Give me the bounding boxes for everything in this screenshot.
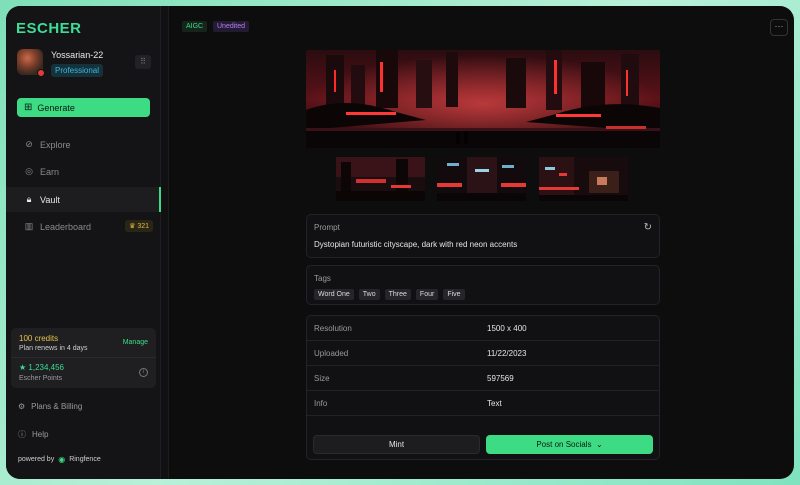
plans-billing-label: Plans & Billing bbox=[31, 402, 83, 411]
sidebar-item-explore[interactable]: ⊘ Explore bbox=[6, 132, 161, 157]
generate-icon: ⊞ bbox=[24, 102, 33, 113]
username: Yossarian-22 bbox=[51, 50, 104, 60]
prompt-text: Dystopian futuristic cityscape, dark wit… bbox=[314, 240, 518, 249]
tag-chip[interactable]: Three bbox=[384, 289, 411, 300]
tag-chip[interactable]: Two bbox=[358, 289, 380, 300]
gear-icon: ⚙︎ bbox=[18, 402, 26, 411]
generate-label: Generate bbox=[37, 102, 75, 113]
powered-by: powered by ◉ Ringfence bbox=[18, 455, 101, 464]
sidebar-item-label: Earn bbox=[40, 166, 60, 177]
tag-aigc: AIGC bbox=[182, 21, 208, 32]
lock-icon: 🔒︎ bbox=[26, 194, 32, 204]
sidebar-item-label: Explore bbox=[40, 139, 71, 150]
crown-icon: ♛ bbox=[129, 223, 136, 230]
ringfence-logo-icon: ◉ bbox=[58, 455, 66, 464]
credits-card: 100 credits Plan renews in 4 days Manage… bbox=[11, 328, 156, 388]
info-icon[interactable]: i bbox=[139, 368, 148, 377]
sidebar-divider bbox=[161, 6, 169, 479]
sidebar-item-earn[interactable]: ◎ Earn bbox=[6, 159, 161, 184]
points-label: Escher Points bbox=[19, 375, 63, 382]
post-on-socials-button[interactable]: Post on Socials ⌄ bbox=[486, 435, 653, 454]
post-label: Post on Socials bbox=[536, 440, 592, 449]
meta-row-uploaded: Uploaded 11/22/2023 bbox=[307, 341, 659, 366]
status-dot bbox=[37, 69, 45, 77]
meta-row-info: Info Text bbox=[307, 391, 659, 416]
brand-logo: ESCHER bbox=[16, 20, 82, 37]
metadata-card: Resolution 1500 x 400 Uploaded 11/22/202… bbox=[306, 315, 660, 460]
tag-unedited: Unedited bbox=[213, 21, 250, 32]
credits-title: 100 credits bbox=[19, 334, 59, 343]
sidebar-item-vault[interactable]: 🔒︎ Vault bbox=[6, 187, 161, 212]
mint-button[interactable]: Mint bbox=[313, 435, 480, 454]
generate-button[interactable]: ⊞ Generate bbox=[17, 98, 150, 117]
tag-chip[interactable]: Five bbox=[443, 289, 465, 300]
leaderboard-badge: ♛ 321 bbox=[125, 220, 153, 232]
meta-key: Info bbox=[314, 399, 328, 408]
thumbnail-3[interactable] bbox=[539, 157, 628, 201]
meta-value: Text bbox=[487, 399, 502, 408]
plan-badge: Professional bbox=[51, 64, 104, 77]
thumbnail-image bbox=[437, 157, 526, 201]
meta-value: 597569 bbox=[487, 374, 514, 383]
help-label: Help bbox=[32, 430, 49, 439]
tags-label: Tags bbox=[314, 274, 331, 283]
powered-brand: Ringfence bbox=[69, 456, 101, 463]
help-icon: ⓘ bbox=[18, 430, 26, 439]
refresh-icon[interactable]: ↻ bbox=[644, 222, 652, 233]
prompt-label: Prompt bbox=[314, 223, 340, 232]
prompt-card: Prompt ↻ Dystopian futuristic cityscape,… bbox=[306, 214, 660, 258]
meta-key: Uploaded bbox=[314, 349, 349, 358]
plans-billing-link[interactable]: ⚙︎ Plans & Billing bbox=[18, 402, 82, 411]
tag-chip[interactable]: Four bbox=[415, 289, 439, 300]
sidebar: ESCHER Yossarian-22 Professional ⠿ ⊞ Gen… bbox=[6, 6, 161, 479]
leaderboard-rank: 321 bbox=[137, 223, 149, 230]
compass-icon: ⊘ bbox=[25, 139, 33, 149]
app-window: ESCHER Yossarian-22 Professional ⠿ ⊞ Gen… bbox=[6, 6, 794, 479]
sidebar-item-label: Vault bbox=[40, 194, 60, 205]
hero-image bbox=[306, 50, 660, 148]
meta-key: Resolution bbox=[314, 324, 352, 333]
manage-link[interactable]: Manage bbox=[123, 339, 148, 346]
chevron-down-icon: ⌄ bbox=[593, 440, 603, 449]
more-options-button[interactable]: ··· bbox=[770, 19, 788, 36]
tag-chip[interactable]: Word One bbox=[314, 289, 354, 300]
profile-header[interactable]: Yossarian-22 Professional ⠿ bbox=[17, 49, 153, 81]
points-number: 1,234,456 bbox=[28, 363, 64, 372]
powered-label: powered by bbox=[18, 456, 55, 463]
credits-divider bbox=[11, 357, 156, 358]
meta-value: 1500 x 400 bbox=[487, 324, 527, 333]
main-panel: AIGC Unedited ··· Prompt ↻ Dystopian fut… bbox=[169, 6, 794, 479]
credits-renew: Plan renews in 4 days bbox=[19, 345, 88, 352]
sidebar-item-leaderboard[interactable]: ▥ Leaderboard ♛ 321 bbox=[6, 214, 161, 239]
meta-row-size: Size 597569 bbox=[307, 366, 659, 391]
meta-key: Size bbox=[314, 374, 330, 383]
thumbnail-image bbox=[336, 157, 425, 201]
cityscape-illustration bbox=[306, 50, 660, 148]
meta-row-resolution: Resolution 1500 x 400 bbox=[307, 316, 659, 341]
help-link[interactable]: ⓘ Help bbox=[18, 429, 48, 440]
sidebar-item-label: Leaderboard bbox=[40, 221, 92, 232]
tag-chips: Word One Two Three Four Five bbox=[314, 289, 465, 300]
thumbnail-1[interactable] bbox=[336, 157, 425, 201]
grid-icon[interactable]: ⠿ bbox=[135, 55, 151, 69]
star-icon: ★ bbox=[19, 363, 27, 372]
thumbnail-2[interactable] bbox=[437, 157, 526, 201]
meta-value: 11/22/2023 bbox=[487, 349, 527, 358]
points-value: ★ 1,234,456 bbox=[19, 363, 64, 372]
podium-icon: ▥ bbox=[24, 221, 34, 231]
coins-icon: ◎ bbox=[25, 166, 33, 176]
thumbnail-image bbox=[539, 157, 628, 201]
tags-card: Tags Word One Two Three Four Five bbox=[306, 265, 660, 305]
